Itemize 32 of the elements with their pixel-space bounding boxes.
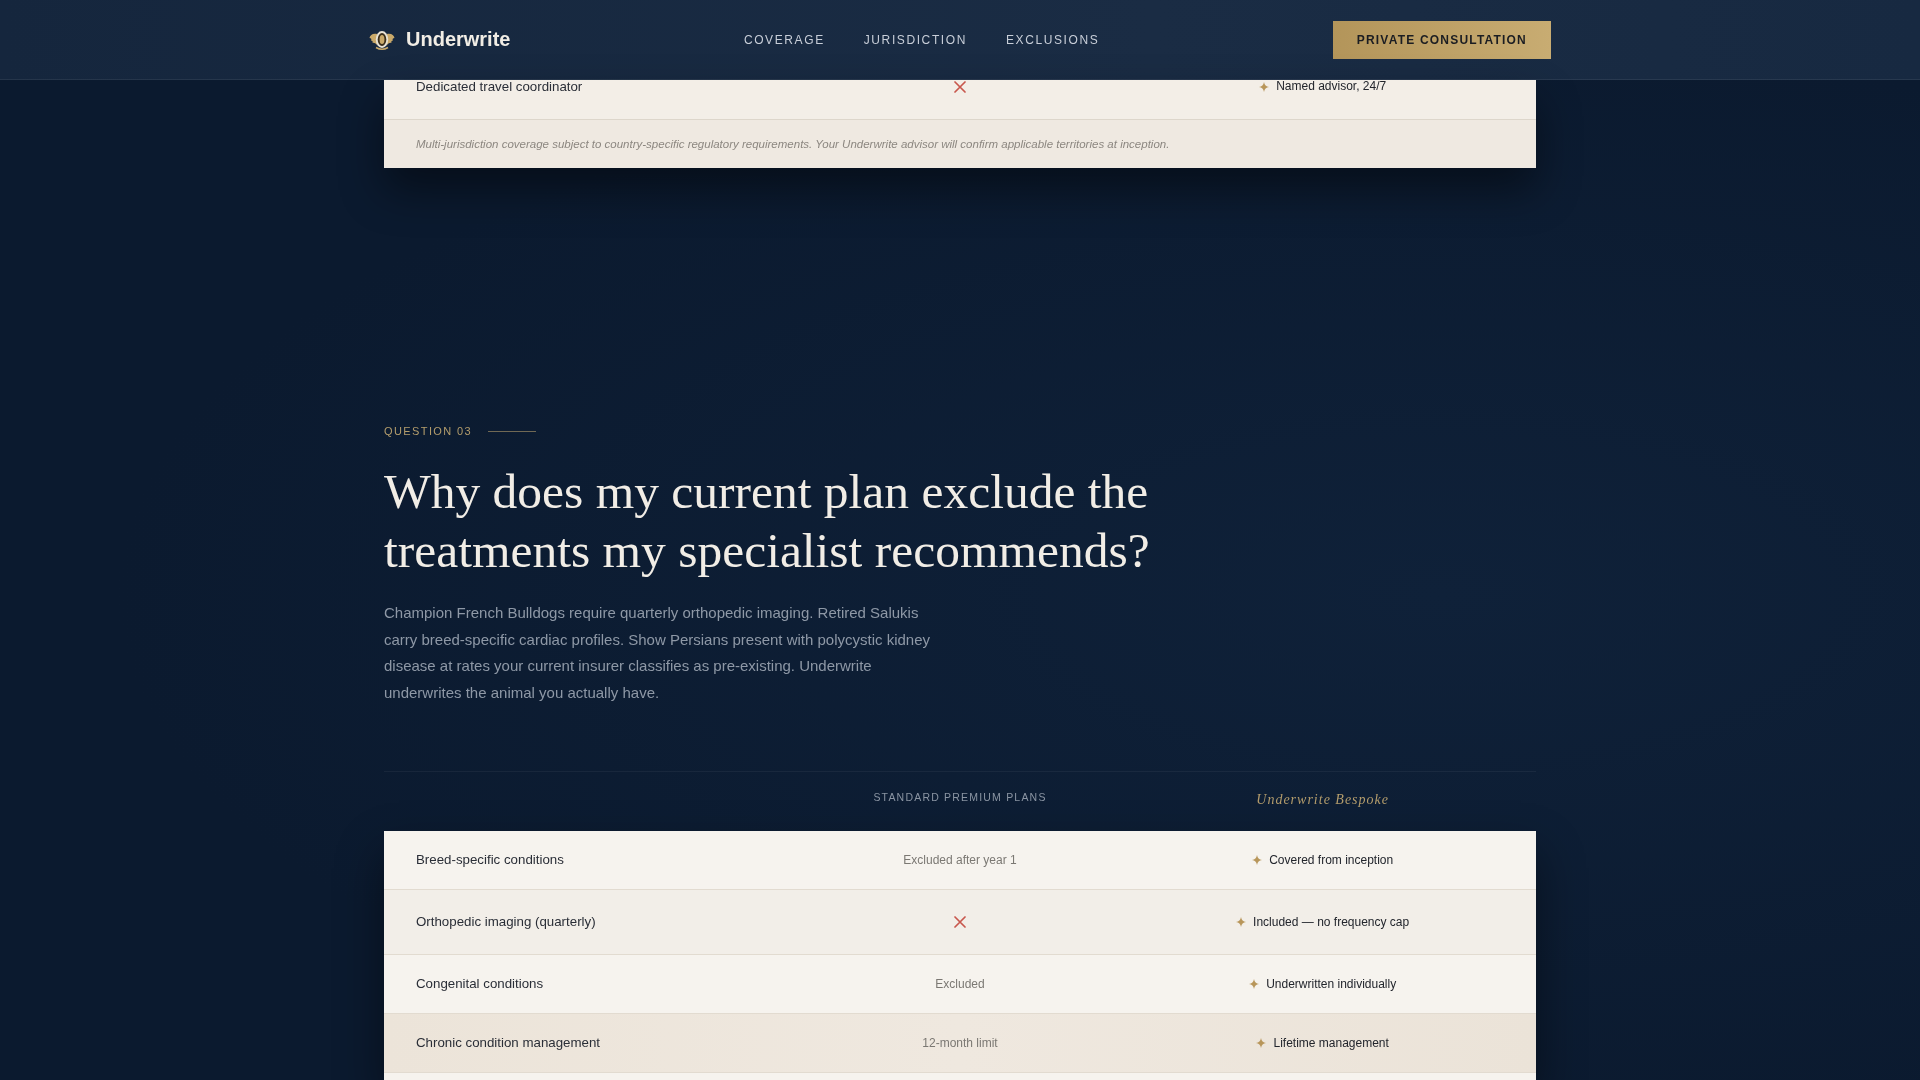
coverage-text: Covered from inception <box>1269 851 1394 869</box>
sparkle-icon <box>1252 854 1263 865</box>
feature-label: Congenital conditions <box>416 974 545 993</box>
coverage-text: 12-month limit <box>922 1034 998 1052</box>
coverage-text: Underwritten individually <box>1266 975 1397 993</box>
coverage-text: Included — no frequency cap <box>1253 913 1410 931</box>
sparkle-icon <box>1259 81 1270 92</box>
footnote-text: Multi-jurisdiction coverage subject to country-specific regulatory requirements. Your Underwrite advisor will confirm applicable territories at inception. <box>416 138 1170 150</box>
column-heading: Underwrite Bespoke <box>1256 791 1389 808</box>
sparkle-icon <box>1256 1037 1267 1048</box>
coverage-text: Named advisor, 24/7 <box>1276 80 1387 93</box>
nav-link[interactable]: JURISDICTION <box>863 32 967 47</box>
question-heading: Why does my current plan exclude the treatments my specialist recommends? <box>384 463 1151 580</box>
consultation-button[interactable]: PRIVATE CONSULTATION <box>1332 20 1551 59</box>
sparkle-icon <box>1236 916 1247 927</box>
winged-crest-icon <box>369 28 395 51</box>
question-eyebrow: QUESTION 03 <box>384 425 473 438</box>
cross-icon <box>954 80 966 93</box>
feature-label: Dedicated travel coordinator <box>416 80 584 93</box>
feature-label: Orthopedic imaging (quarterly) <box>416 912 597 931</box>
feature-label: Chronic condition management <box>416 1033 602 1052</box>
feature-label: Breed-specific conditions <box>416 850 565 869</box>
cross-icon <box>954 915 966 928</box>
nav-link[interactable]: EXCLUSIONS <box>1005 32 1100 47</box>
nav-link[interactable]: COVERAGE <box>743 32 825 47</box>
brand-name[interactable]: Underwrite <box>406 28 511 51</box>
sparkle-icon <box>1249 978 1260 989</box>
coverage-text: Lifetime management <box>1273 1034 1389 1052</box>
question-paragraph: Champion French Bulldogs require quarterly orthopedic imaging. Retired Salukis carry breed-specific cardiac profiles. Show Persians present with polycystic kidney disease at rates your current insurer classifies as pre-existing. Underwrite underwrites the animal you actually have. <box>384 603 932 704</box>
coverage-text: Excluded after year 1 <box>903 851 1017 869</box>
coverage-text: Excluded <box>935 975 985 993</box>
column-heading: STANDARD PREMIUM PLANS <box>873 791 1047 804</box>
